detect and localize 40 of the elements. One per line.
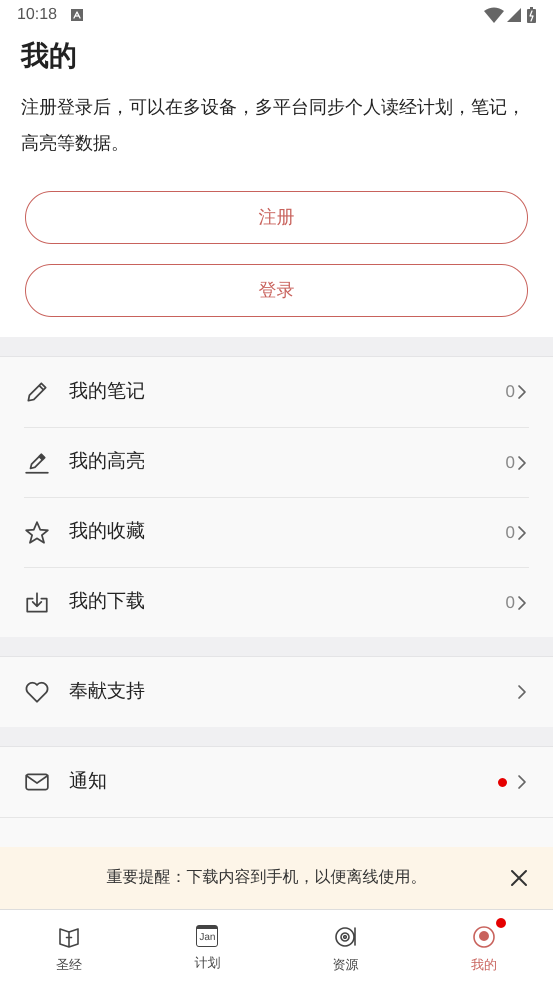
keyboard-icon (71, 9, 84, 21)
wifi-icon (484, 7, 504, 23)
intro-text: 注册登录后，可以在多设备，多平台同步个人读经计划，笔记，高亮等数据。 (21, 96, 526, 155)
auth-button[interactable]: 注册 (25, 191, 528, 244)
item-count: 0 (506, 522, 515, 544)
chevron-right-icon (517, 384, 527, 400)
banner-text: 重要提醒：下载内容到手机，以便离线使用。 (106, 868, 428, 888)
star-icon (24, 520, 50, 546)
menu-item[interactable]: 我的收藏 0 (24, 497, 529, 567)
calendar-icon: Jan (196, 925, 218, 947)
battery-icon (527, 7, 536, 23)
menu-item[interactable]: 我的高亮 0 (24, 427, 529, 497)
item-label: 通知 (69, 770, 108, 794)
item-label: 我的笔记 (69, 380, 146, 404)
chevron-right-icon (517, 524, 527, 540)
nav-tab[interactable]: Jan 计划 (138, 910, 276, 984)
item-count: 0 (506, 452, 515, 474)
menu-item[interactable]: 我的笔记 0 (24, 357, 529, 427)
item-label: 我的下载 (69, 590, 146, 614)
item-count: 0 (506, 381, 515, 404)
item-label: 我的收藏 (69, 520, 146, 544)
page-title: 我的 (21, 39, 78, 73)
nav-tab[interactable]: 圣经 (0, 910, 138, 984)
heart-icon (24, 679, 50, 705)
chevron-right-icon (517, 454, 527, 470)
profile-icon (472, 925, 496, 949)
book-icon (57, 925, 82, 949)
item-label: 奉献支持 (69, 680, 146, 704)
nav-tab[interactable]: 资源 (276, 910, 415, 984)
nav-tab[interactable]: 我的 (414, 910, 553, 984)
chevron-right-icon (517, 594, 527, 610)
chevron-right-icon (517, 684, 527, 700)
download-icon (24, 590, 50, 616)
item-label: 我的高亮 (69, 450, 146, 474)
item-count: 0 (506, 592, 515, 614)
chevron-right-icon (517, 774, 527, 790)
disc-icon (334, 925, 358, 949)
status-time: 10:18 (17, 5, 58, 25)
signal-icon (507, 8, 521, 22)
auth-button[interactable]: 登录 (25, 264, 528, 317)
